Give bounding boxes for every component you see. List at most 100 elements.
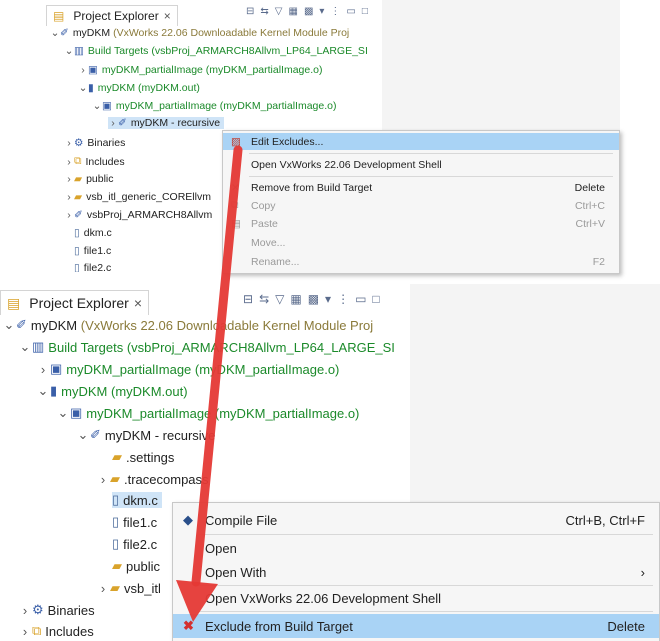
view-menu-icon[interactable]: ⋮: [330, 6, 340, 17]
folder-icon: ▰: [112, 558, 122, 573]
expanded-chevron-icon[interactable]: ⌄: [64, 45, 74, 57]
c-file-icon: ▯: [112, 492, 120, 507]
binaries-icon: ⚙: [74, 137, 84, 149]
tree-item-public[interactable]: › ▰ public: [64, 173, 113, 185]
top-project-explorer-tab[interactable]: ▤ Project Explorer ×: [46, 5, 178, 26]
tree-item-mydkm-out[interactable]: ⌄ ▮ myDKM (myDKM.out): [78, 82, 200, 94]
menu-item-remove-from-build-target[interactable]: ✕ Remove from Build Target Delete: [223, 179, 619, 196]
tree-item-includes[interactable]: › ⧉ Includes: [18, 623, 94, 639]
tree-item-partial-image-nested[interactable]: ⌄ ▣ myDKM_partialImage (myDKM_partialIma…: [92, 100, 337, 112]
menu-item-open-shell[interactable]: Open VxWorks 22.06 Development Shell: [173, 587, 659, 609]
minimize-icon[interactable]: ▭: [355, 292, 366, 306]
customize-icon[interactable]: ▦: [290, 292, 301, 306]
tree-item-partial-image[interactable]: › ▣ myDKM_partialImage (myDKM_partialIma…: [78, 64, 322, 76]
maximize-icon[interactable]: □: [372, 292, 379, 306]
menu-separator: [199, 585, 653, 586]
customize-icon[interactable]: ▦: [288, 6, 297, 17]
binaries-icon: ⚙: [32, 602, 44, 617]
menu-item-rename[interactable]: Rename... F2: [223, 253, 619, 270]
tree-item-file1-c[interactable]: ▯ file1.c: [74, 245, 111, 257]
tree-item-vsbproj[interactable]: › ✐ vsbProj_ARMARCH8Allvm: [64, 209, 212, 221]
bottom-context-menu: ◆ Compile File Ctrl+B, Ctrl+F Open Open …: [172, 502, 660, 641]
filter-icon[interactable]: ▽: [275, 6, 283, 17]
tree-item-partial-image[interactable]: › ▣ myDKM_partialImage (myDKM_partialIma…: [36, 361, 340, 377]
tree-item-mydkm-out[interactable]: ⌄ ▮ myDKM (myDKM.out): [36, 383, 188, 399]
collapsed-chevron-icon[interactable]: ›: [64, 209, 74, 221]
collapsed-chevron-icon[interactable]: ›: [18, 624, 32, 639]
menu-separator: [199, 611, 653, 612]
tree-item-build-targets[interactable]: ⌄ ▥ Build Targets (vsbProj_ARMARCH8Allvm…: [18, 339, 395, 355]
tree-item-binaries[interactable]: › ⚙ Binaries: [18, 602, 95, 618]
expanded-chevron-icon[interactable]: ⌄: [56, 405, 70, 421]
tree-item-public[interactable]: ▰ public: [112, 558, 160, 574]
tree-item-mydkm[interactable]: ⌄ ✐ myDKM (VxWorks 22.06 Downloadable Ke…: [50, 27, 350, 39]
build-target-icon: ▮: [50, 383, 58, 398]
collapsed-chevron-icon[interactable]: ›: [96, 472, 110, 487]
tree-item-tracecompass[interactable]: › ▰ .tracecompass: [96, 471, 209, 487]
tree-item-file2-c[interactable]: ▯ file2.c: [112, 536, 157, 552]
tree-item-vsb-itl[interactable]: › ▰ vsb_itl: [96, 580, 161, 596]
collapsed-chevron-icon[interactable]: ›: [108, 117, 118, 129]
bottom-project-explorer-tab[interactable]: ▤ Project Explorer ×: [0, 290, 150, 315]
collapsed-chevron-icon[interactable]: ›: [64, 137, 74, 149]
exclude-icon: ✖: [183, 618, 194, 633]
expanded-chevron-icon[interactable]: ⌄: [92, 100, 102, 112]
maximize-icon[interactable]: □: [362, 6, 368, 17]
close-tab-icon[interactable]: ×: [164, 9, 171, 23]
menu-item-open-with[interactable]: Open With ›: [173, 561, 659, 583]
c-file-icon: ▯: [112, 536, 120, 551]
menu-item-copy[interactable]: ⧉ Copy Ctrl+C: [223, 197, 619, 214]
expanded-chevron-icon[interactable]: ⌄: [2, 317, 16, 333]
collapsed-chevron-icon[interactable]: ›: [78, 64, 88, 76]
tree-item-settings[interactable]: ▰ .settings: [112, 449, 174, 465]
collapsed-chevron-icon[interactable]: ›: [64, 173, 74, 185]
view-menu-icon[interactable]: ⋮: [337, 292, 349, 306]
menu-item-compile-file[interactable]: ◆ Compile File Ctrl+B, Ctrl+F: [173, 509, 659, 531]
menu-item-edit-excludes[interactable]: ▨ Edit Excludes...: [223, 133, 619, 150]
minimize-icon[interactable]: ▭: [346, 6, 355, 17]
menu-item-open[interactable]: Open: [173, 537, 659, 559]
collapsed-chevron-icon[interactable]: ›: [64, 156, 74, 168]
expanded-chevron-icon[interactable]: ⌄: [76, 427, 90, 443]
link-editor-icon[interactable]: ⇆: [259, 292, 269, 306]
expanded-chevron-icon[interactable]: ⌄: [18, 339, 32, 355]
expanded-chevron-icon[interactable]: ⌄: [50, 27, 60, 39]
tree-item-dkm-c[interactable]: ▯ dkm.c: [74, 227, 112, 239]
tree-item-file1-c[interactable]: ▯ file1.c: [112, 514, 157, 530]
expanded-chevron-icon[interactable]: ⌄: [36, 383, 50, 399]
collapsed-chevron-icon[interactable]: ›: [36, 362, 50, 377]
tree-item-partial-image-nested[interactable]: ⌄ ▣ myDKM_partialImage (myDKM_partialIma…: [56, 405, 360, 421]
tree-item-recursive[interactable]: ⌄ ✐ myDKM - recursive: [76, 427, 216, 443]
tree-item-recursive[interactable]: › ✐ myDKM - recursive: [108, 117, 225, 129]
collapse-all-icon[interactable]: ⊟: [243, 292, 253, 306]
menu-item-move[interactable]: Move...: [223, 234, 619, 251]
tree-item-binaries[interactable]: › ⚙ Binaries: [64, 137, 125, 149]
menu-item-open-shell[interactable]: Open VxWorks 22.06 Development Shell: [223, 156, 619, 173]
menu-item-paste[interactable]: ▤ Paste Ctrl+V: [223, 215, 619, 232]
tree-item-vsb-itl[interactable]: › ▰ vsb_itl_generic_COREllvm: [64, 191, 211, 203]
link-editor-icon[interactable]: ⇆: [260, 6, 268, 17]
project-icon: ✐: [16, 317, 27, 332]
collapsed-chevron-icon[interactable]: ›: [96, 581, 110, 596]
tree-item-mydkm[interactable]: ⌄ ✐ myDKM (VxWorks 22.06 Downloadable Ke…: [2, 317, 374, 333]
tree-item-file2-c[interactable]: ▯ file2.c: [74, 262, 111, 272]
new-project-icon[interactable]: ▩: [308, 292, 319, 306]
project-explorer-icon: ▤: [7, 294, 21, 311]
collapsed-chevron-icon[interactable]: ›: [18, 603, 32, 618]
filter-icon[interactable]: ▽: [275, 292, 284, 306]
includes-icon: ⧉: [32, 623, 42, 638]
expanded-chevron-icon[interactable]: ⌄: [78, 82, 88, 94]
build-targets-icon: ▥: [32, 339, 45, 354]
menu-item-exclude-from-build-target[interactable]: ✖ Exclude from Build Target Delete: [173, 614, 659, 638]
c-file-icon: ▯: [74, 227, 80, 239]
collapse-all-icon[interactable]: ⊟: [246, 6, 254, 17]
close-tab-icon[interactable]: ×: [134, 295, 142, 311]
project-icon: ✐: [74, 209, 83, 221]
new-project-icon[interactable]: ▩: [304, 6, 313, 17]
tree-item-includes[interactable]: › ⧉ Includes: [64, 155, 124, 168]
tree-item-dkm-c[interactable]: ▯ dkm.c: [112, 492, 162, 508]
dropdown-icon[interactable]: ▾: [325, 292, 331, 306]
tree-item-build-targets[interactable]: ⌄ ▥ Build Targets (vsbProj_ARMARCH8Allvm…: [64, 45, 368, 57]
dropdown-icon[interactable]: ▾: [319, 6, 324, 17]
collapsed-chevron-icon[interactable]: ›: [64, 191, 74, 203]
